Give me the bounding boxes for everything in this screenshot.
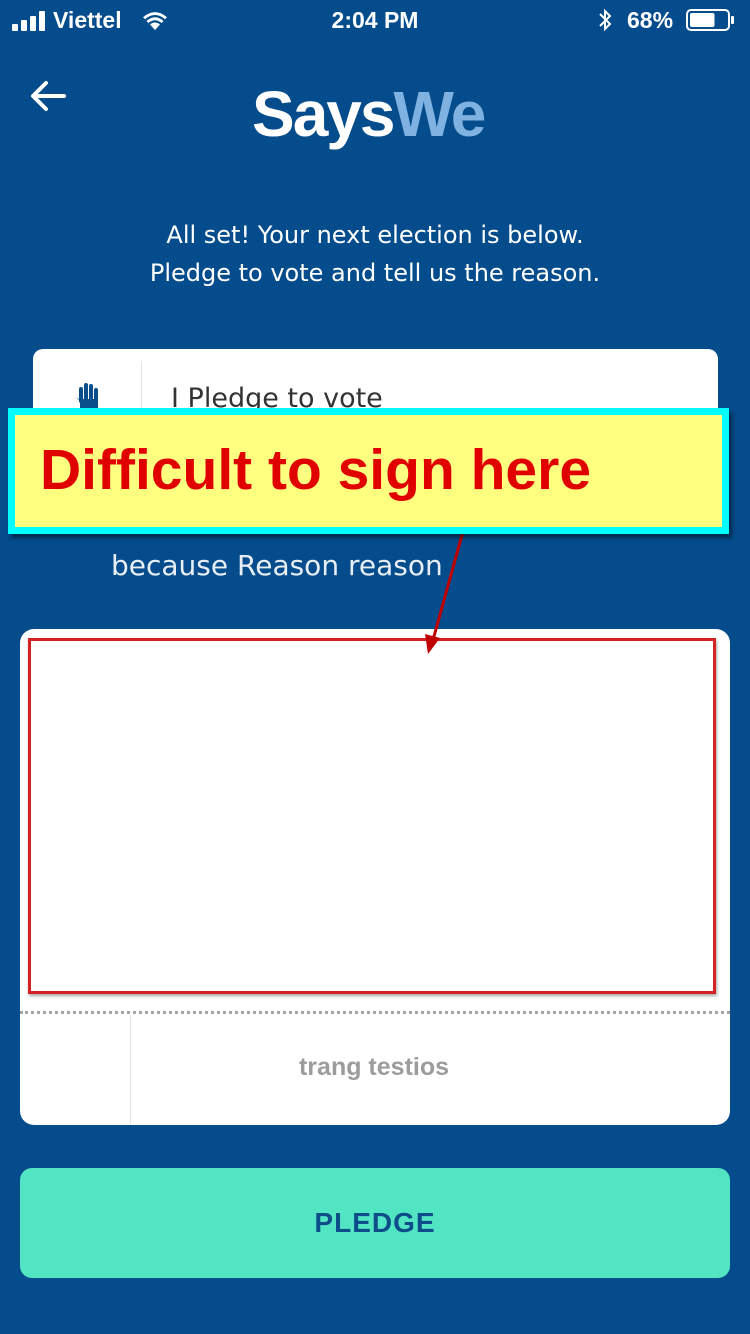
intro-message: All set! Your next election is below. Pl… [0, 216, 750, 292]
intro-line-1: All set! Your next election is below. [166, 221, 584, 249]
pledge-button[interactable]: PLEDGE [20, 1168, 730, 1278]
reason-text: because Reason reason [111, 549, 443, 582]
signer-name: trang testios [298, 1053, 450, 1081]
status-bar: Viettel 2:04 PM 68% [0, 0, 750, 40]
app-logo: SaysWe [252, 76, 502, 152]
battery-percent: 68% [627, 7, 674, 33]
annotation-highlight-box [28, 638, 716, 994]
battery-icon [686, 9, 734, 31]
back-arrow-icon[interactable] [28, 76, 68, 116]
signature-line [20, 1011, 730, 1014]
intro-line-2: Pledge to vote and tell us the reason. [149, 259, 601, 287]
logo-says: Says [252, 78, 395, 150]
bluetooth-icon [599, 8, 612, 32]
logo-we: We [393, 78, 486, 150]
annotation-callout: Difficult to sign here [8, 408, 729, 534]
annotation-text: Difficult to sign here [40, 438, 592, 502]
